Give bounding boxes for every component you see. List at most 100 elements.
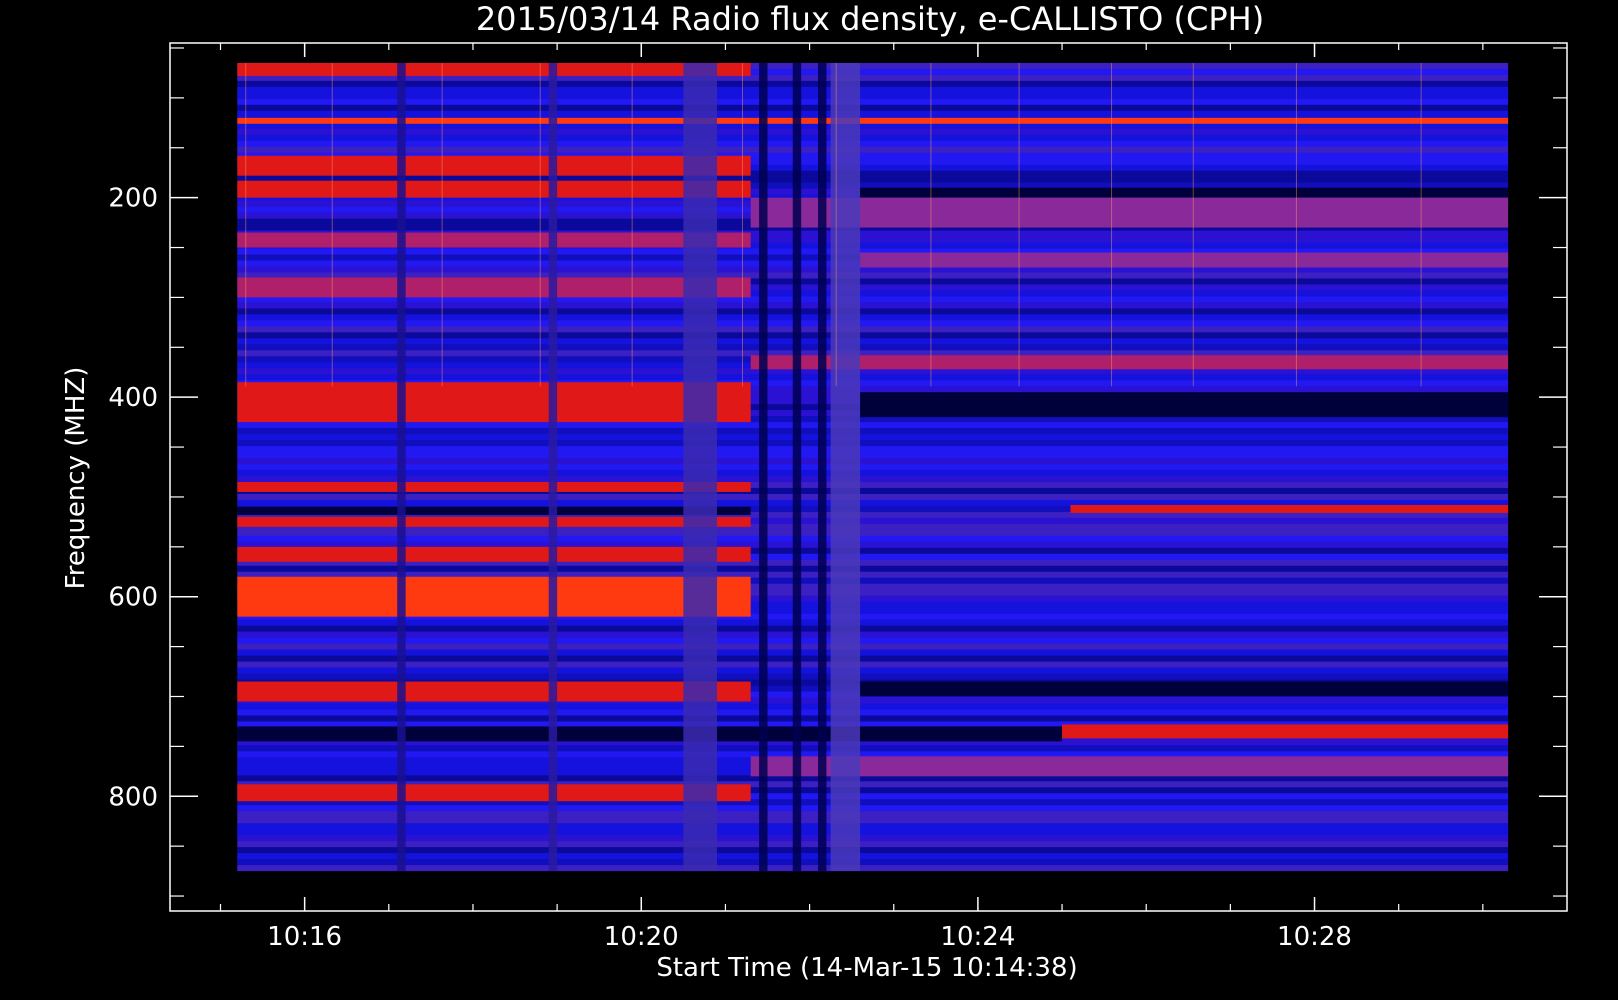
noise-band xyxy=(237,853,1509,860)
noise-band xyxy=(237,458,1509,465)
noise-band xyxy=(237,637,1509,644)
emission-band xyxy=(237,784,751,802)
noise-band xyxy=(237,308,1509,315)
broadband-stripe xyxy=(548,62,558,872)
noise-band xyxy=(237,374,1509,381)
emission-band xyxy=(860,252,1509,268)
broadband-stripe xyxy=(759,62,768,872)
x-tick-label: 10:16 xyxy=(267,922,342,952)
noise-band xyxy=(237,86,1509,93)
noise-band xyxy=(237,140,1509,147)
emission-band xyxy=(237,576,751,617)
broadband-stripe xyxy=(830,62,861,872)
y-tick-label: 200 xyxy=(108,184,158,214)
noise-band xyxy=(237,619,1509,626)
emission-band xyxy=(237,62,751,76)
spectrogram-image xyxy=(237,62,1509,872)
noise-band xyxy=(237,134,1509,141)
noise-band xyxy=(237,332,1509,339)
noise-band xyxy=(237,428,1509,435)
noise-band xyxy=(237,847,1509,854)
noise-band xyxy=(237,835,1509,842)
y-axis-label: Frequency (MHZ) xyxy=(61,367,91,590)
noise-band xyxy=(237,655,1509,662)
x-axis-label: Start Time (14-Mar-15 10:14:38) xyxy=(656,953,1077,983)
noise-band xyxy=(237,817,1509,824)
noise-band xyxy=(237,98,1509,105)
emission-band xyxy=(750,756,1509,777)
emission-band xyxy=(750,355,1509,370)
broadband-stripe xyxy=(397,62,406,872)
emission-band xyxy=(237,117,1509,124)
x-tick-label: 10:24 xyxy=(940,922,1015,952)
x-tick-label: 10:28 xyxy=(1277,922,1352,952)
dark-band xyxy=(237,726,1063,742)
broadband-stripe xyxy=(818,62,827,872)
noise-band xyxy=(237,464,1509,471)
noise-band xyxy=(237,709,1509,716)
emission-band xyxy=(237,232,751,248)
noise-band xyxy=(237,476,1509,482)
noise-band xyxy=(237,80,1509,87)
x-tick-label: 10:20 xyxy=(604,922,679,952)
noise-band xyxy=(237,865,1509,872)
noise-band xyxy=(237,493,1509,500)
emission-band xyxy=(1070,504,1509,513)
y-tick-label: 600 xyxy=(108,583,158,613)
noise-band xyxy=(237,92,1509,99)
broadband-stripe xyxy=(792,62,802,872)
noise-band xyxy=(237,440,1509,447)
emission-band xyxy=(237,681,751,702)
noise-band xyxy=(237,649,1509,656)
dark-band xyxy=(860,392,1509,418)
noise-band xyxy=(237,823,1509,830)
noise-band xyxy=(237,344,1509,351)
emission-band xyxy=(237,155,751,176)
noise-band xyxy=(237,625,1509,632)
noise-band xyxy=(237,811,1509,818)
y-tick-label: 800 xyxy=(108,782,158,812)
noise-band xyxy=(237,422,1509,429)
noise-band xyxy=(237,128,1509,135)
noise-band xyxy=(237,338,1509,345)
emission-band xyxy=(750,197,1509,228)
noise-band xyxy=(237,320,1509,327)
noise-band xyxy=(237,661,1509,668)
emission-band xyxy=(237,382,751,423)
noise-band xyxy=(237,715,1509,722)
noise-band xyxy=(237,829,1509,836)
emission-band xyxy=(1062,724,1509,739)
emission-band xyxy=(237,516,751,527)
noise-band xyxy=(237,745,1509,752)
noise-band xyxy=(237,314,1509,321)
noise-band xyxy=(237,643,1509,650)
noise-band xyxy=(237,110,1509,117)
noise-band xyxy=(237,631,1509,638)
noise-band xyxy=(237,859,1509,866)
emission-band xyxy=(237,180,751,198)
noise-band xyxy=(237,841,1509,848)
noise-band xyxy=(237,146,1509,153)
emission-band xyxy=(237,481,751,492)
noise-band xyxy=(237,565,1509,572)
dark-band xyxy=(860,681,1509,697)
dark-band xyxy=(237,506,751,515)
noise-band xyxy=(237,446,1509,453)
y-tick-label: 400 xyxy=(108,383,158,413)
broadband-stripe xyxy=(683,62,718,872)
noise-band xyxy=(237,673,1509,680)
noise-band xyxy=(237,452,1509,459)
emission-band xyxy=(237,546,751,562)
noise-band xyxy=(237,326,1509,333)
noise-band xyxy=(237,667,1509,674)
noise-band xyxy=(237,529,1509,536)
noise-band xyxy=(237,302,1509,309)
noise-band xyxy=(237,703,1509,710)
noise-band xyxy=(237,470,1509,477)
noise-band xyxy=(237,434,1509,441)
chart-title: 2015/03/14 Radio flux density, e-CALLIST… xyxy=(476,0,1264,38)
dark-band xyxy=(860,187,1509,198)
spectrogram-chart: 2015/03/14 Radio flux density, e-CALLIST… xyxy=(61,0,1568,983)
noise-band xyxy=(237,535,1509,542)
noise-band xyxy=(237,805,1509,812)
